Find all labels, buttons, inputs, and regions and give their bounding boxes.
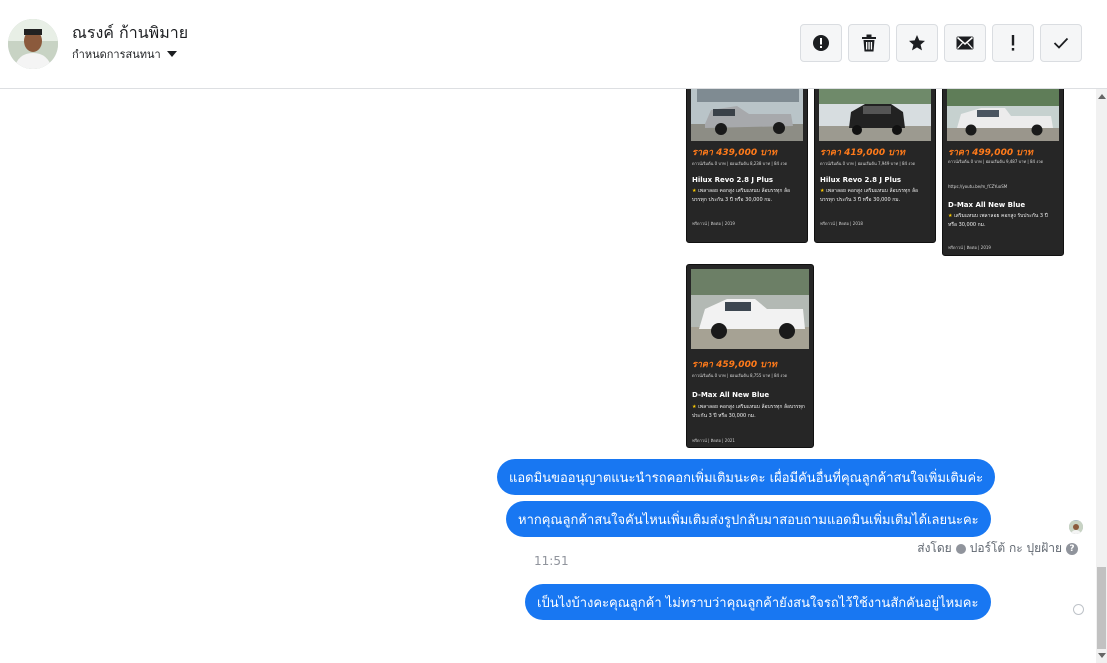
car-finance-info: ดาวน์เริ่มต้น 0 บาท | ผ่อนเริ่มต้น 8,755… xyxy=(692,373,788,378)
mark-done-button[interactable] xyxy=(1040,24,1082,62)
car-listing-image[interactable]: ราคา 459,000 บาท ดาวน์เริ่มต้น 0 บาท | ผ… xyxy=(686,264,814,448)
scroll-thumb[interactable] xyxy=(1097,567,1106,649)
thread-scrollbar[interactable] xyxy=(1096,89,1107,663)
contact-name[interactable]: ณรงค์ ก้านพิมาย xyxy=(72,21,188,46)
conversation-header: ณรงค์ ก้านพิมาย กำหนดการสนทนา xyxy=(0,0,1107,89)
message-timestamp: 11:51 xyxy=(534,554,569,568)
car-price: ราคา 439,000 บาท xyxy=(692,148,777,158)
car-description-text: เสริมแหนบ เพลาลอย คอกสูง รับประกัน 3 ปี … xyxy=(948,213,1048,228)
car-description: ★ เพลาลอย คอกสูง เสริมแหนบ ล้อบรรทุก ล้อ… xyxy=(692,403,808,421)
message-bubble[interactable]: หากคุณลูกค้าสนใจคันไหนเพิ่มเติมส่งรูปกลั… xyxy=(506,501,991,537)
car-video-link[interactable]: https://youtu.be/m_fCZYuoSM xyxy=(948,184,1059,189)
car-footer: ฟรีดาวน์ | ติดต่อ | 2019 xyxy=(948,245,991,250)
car-description-text: เพลาลอย คอกสูง เสริมแหนบ ล้อบรรทุก ล้อบร… xyxy=(692,188,791,203)
follow-up-button[interactable] xyxy=(992,24,1034,62)
car-model: Hilux Revo 2.8 J Plus xyxy=(692,176,774,184)
car-footer: ฟรีดาวน์ | ติดต่อ | 2019 xyxy=(692,221,735,226)
car-description: ★ เพลาลอย คอกสูง เสริมแหนบ ล้อบรรทุก ล้อ… xyxy=(820,187,930,205)
sent-by-label: ส่งโดย xyxy=(917,541,952,555)
seen-avatar xyxy=(1069,520,1083,534)
caret-down-icon xyxy=(166,51,177,57)
help-icon[interactable]: ? xyxy=(1066,542,1078,555)
car-listing-image[interactable]: ราคา 419,000 บาท ดาวน์เริ่มต้น 0 บาท | ผ… xyxy=(814,89,936,243)
message-thread: ราคา 439,000 บาท ดาวน์เริ่มต้น 0 บาท | ผ… xyxy=(0,89,1096,663)
star-bullet-icon: ★ xyxy=(948,213,953,219)
car-description-text: เพลาลอย คอกสูง เสริมแหนบ ล้อบรรทุก ล้อบร… xyxy=(692,404,805,419)
trash-icon xyxy=(862,34,876,52)
car-price: ราคา 499,000 บาท xyxy=(948,148,1033,158)
car-description: ★ เสริมแหนบ เพลาลอย คอกสูง รับประกัน 3 ป… xyxy=(948,212,1058,230)
star-button[interactable] xyxy=(896,24,938,62)
car-photo xyxy=(947,89,1059,141)
scroll-up-icon[interactable] xyxy=(1098,94,1106,99)
car-model: Hilux Revo 2.8 J Plus xyxy=(820,176,902,184)
sent-status-icon xyxy=(1073,604,1084,615)
car-footer: ฟรีดาวน์ | ติดต่อ | 2018 xyxy=(820,221,863,226)
car-listing-image[interactable]: ราคา 439,000 บาท ดาวน์เริ่มต้น 0 บาท | ผ… xyxy=(686,89,808,243)
star-icon xyxy=(909,35,925,51)
car-description-text: เพลาลอย คอกสูง เสริมแหนบ ล้อบรรทุก ล้อบร… xyxy=(820,188,919,203)
car-photo xyxy=(819,89,931,141)
check-icon xyxy=(1053,37,1069,49)
assign-label: กำหนดการสนทนา xyxy=(72,48,161,61)
car-model: D-Max All New Blue xyxy=(692,391,770,399)
delete-button[interactable] xyxy=(848,24,890,62)
car-footer: ฟรีดาวน์ | ติดต่อ | 2021 xyxy=(692,438,735,443)
car-price: ราคา 419,000 บาท xyxy=(820,148,905,158)
exclamation-icon xyxy=(1011,35,1015,51)
car-price: ราคา 459,000 บาท xyxy=(692,360,777,370)
header-toolbar xyxy=(800,24,1082,62)
message-bubble[interactable]: แอดมินขออนุญาตแนะนำรถคอกเพิ่มเติมนะคะ เผ… xyxy=(497,459,996,495)
mark-spam-button[interactable] xyxy=(800,24,842,62)
car-finance-info: ดาวน์เริ่มต้น 0 บาท | ผ่อนเริ่มต้น 8,238… xyxy=(692,161,788,166)
scroll-down-icon[interactable] xyxy=(1098,653,1106,658)
envelope-icon xyxy=(956,36,974,50)
car-photo xyxy=(691,269,809,349)
verified-check-icon xyxy=(955,543,966,554)
assign-conversation-dropdown[interactable]: กำหนดการสนทนา xyxy=(72,45,177,63)
sent-by-info: ส่งโดย ปอร์โต้ กะ ปุยฝ้าย ? xyxy=(917,539,1078,558)
car-listing-image[interactable]: ราคา 499,000 บาท ดาวน์เริ่มต้น 0 บาท | ผ… xyxy=(942,89,1064,256)
sent-by-name: ปอร์โต้ กะ ปุยฝ้าย xyxy=(969,541,1062,555)
star-bullet-icon: ★ xyxy=(820,188,825,194)
mark-unread-button[interactable] xyxy=(944,24,986,62)
car-photo xyxy=(691,89,803,141)
car-model: D-Max All New Blue xyxy=(948,201,1026,209)
contact-avatar[interactable] xyxy=(8,19,58,69)
alert-circle-icon xyxy=(813,35,829,51)
car-description: ★ เพลาลอย คอกสูง เสริมแหนบ ล้อบรรทุก ล้อ… xyxy=(692,187,802,205)
star-bullet-icon: ★ xyxy=(692,404,697,410)
star-bullet-icon: ★ xyxy=(692,188,697,194)
message-bubble[interactable]: เป็นไงบ้างคะคุณลูกค้า ไม่ทราบว่าคุณลูกค้… xyxy=(525,584,991,620)
car-finance-info: ดาวน์เริ่มต้น 0 บาท | ผ่อนเริ่มต้น 7,949… xyxy=(820,161,916,166)
car-finance-info: ดาวน์เริ่มต้น 0 บาท | ผ่อนเริ่มต้น 9,487… xyxy=(948,159,1044,164)
